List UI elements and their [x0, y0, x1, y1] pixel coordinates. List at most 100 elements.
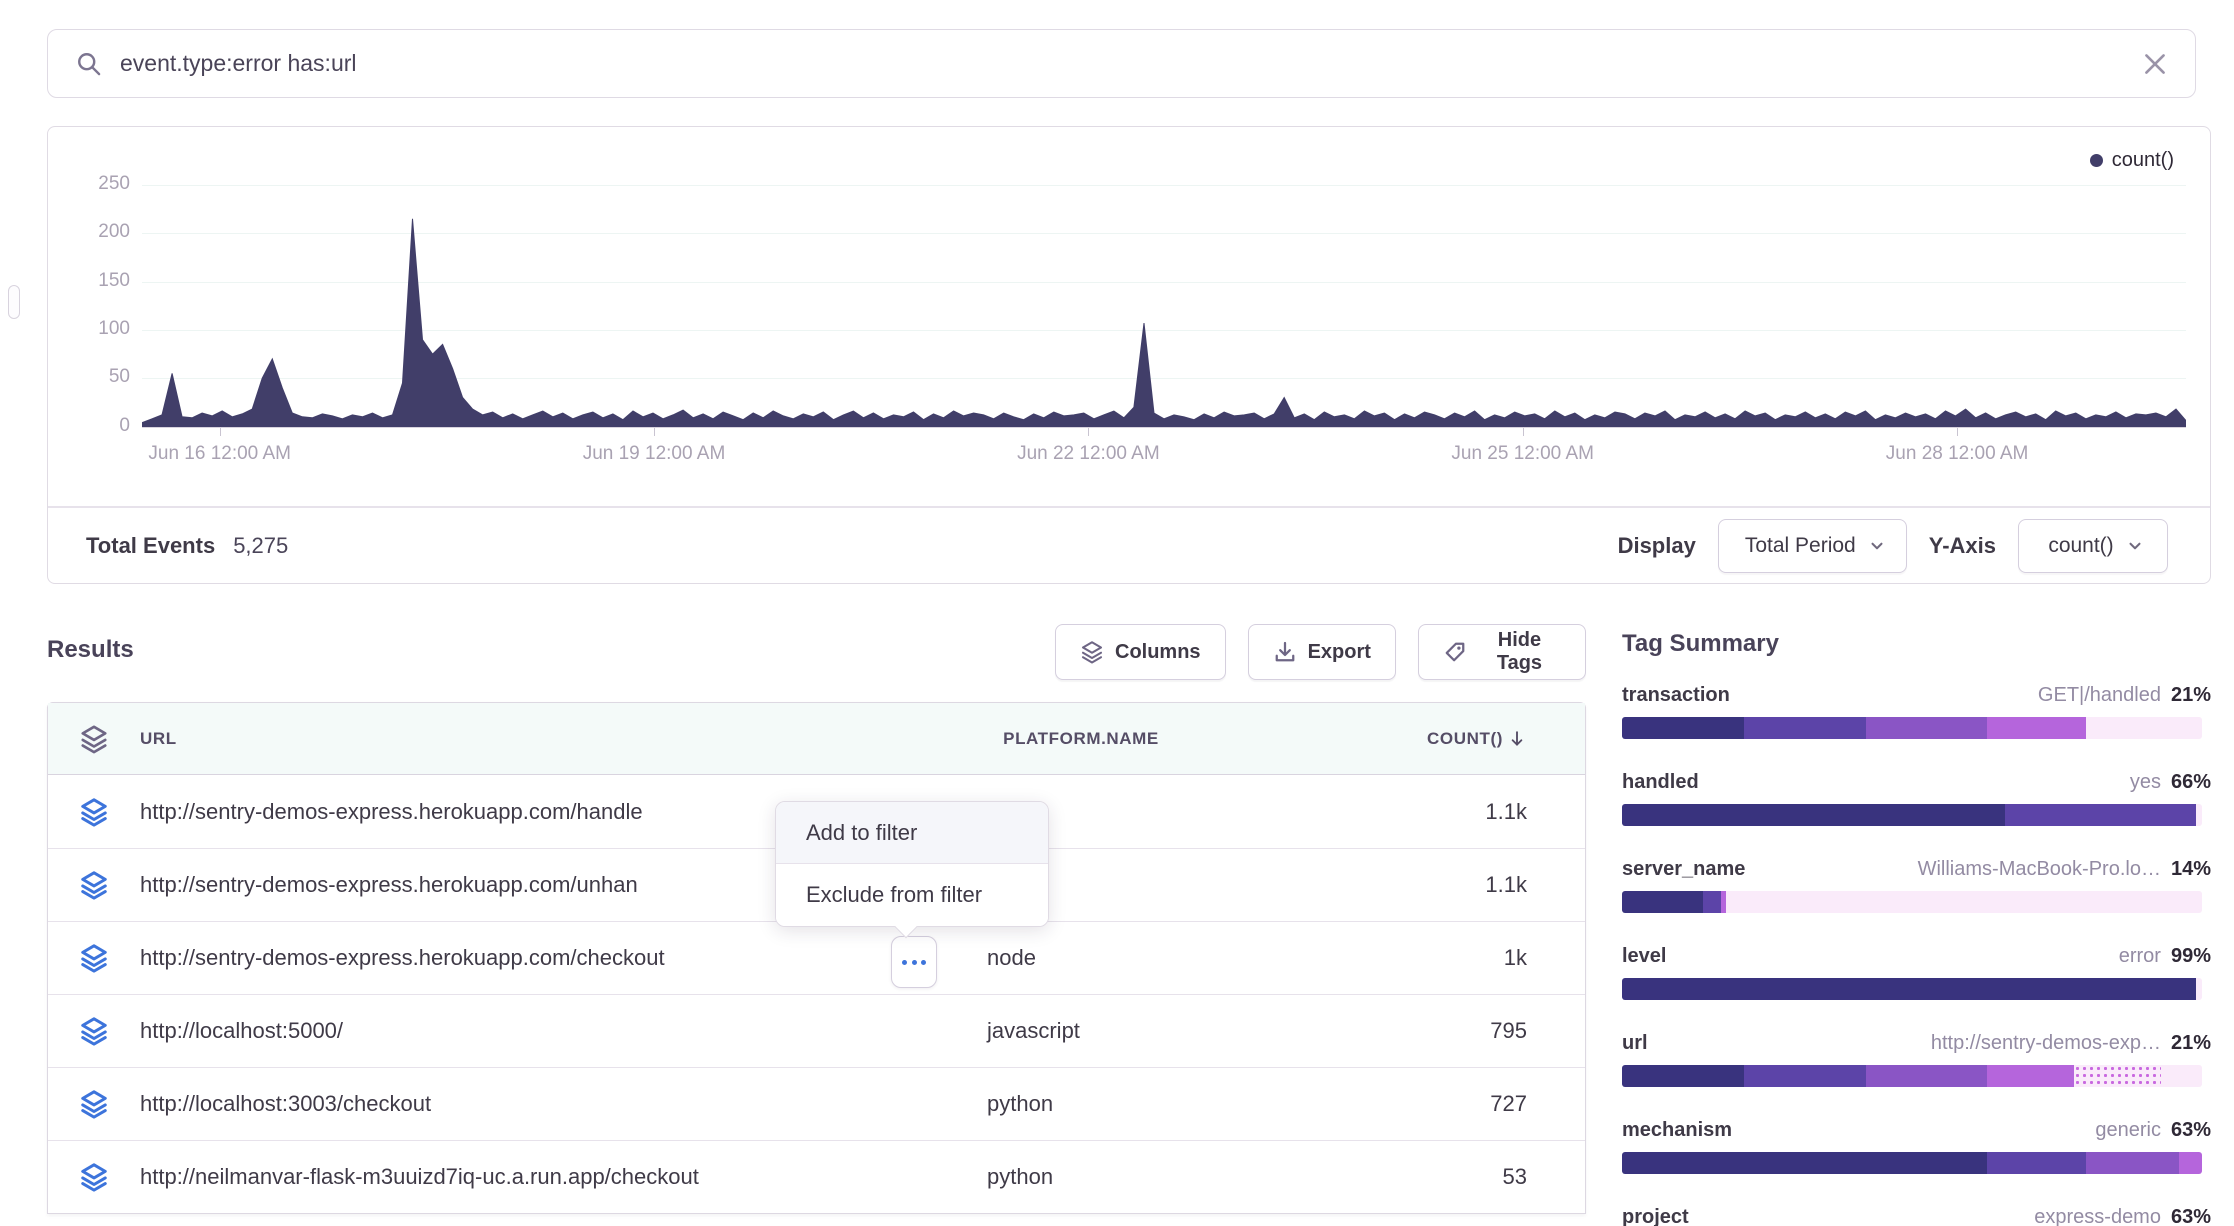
tag-top-value[interactable]: Williams-MacBook-Pro.lo…	[1918, 858, 2161, 881]
tag-bar-segment[interactable]	[1622, 717, 1744, 739]
tag-bar-segment[interactable]	[1622, 804, 2005, 826]
tag-top-value[interactable]: error	[2119, 945, 2161, 968]
tag-bar-segment[interactable]	[1987, 1065, 2074, 1087]
tag-name[interactable]: url	[1622, 1032, 1648, 1055]
count-cell[interactable]: 795	[1261, 1018, 1557, 1044]
count-series-area	[142, 185, 2186, 427]
table-row[interactable]: http://sentry-demos-express.herokuapp.co…	[48, 921, 1585, 994]
row-stack-icon[interactable]	[48, 797, 140, 827]
tag-name[interactable]: handled	[1622, 771, 1699, 794]
results-table: URL PLATFORM.NAME COUNT() http://sentry-…	[47, 702, 1586, 1214]
x-axis-tick-label: Jun 28 12:00 AM	[1847, 443, 2067, 465]
table-row[interactable]: http://localhost:5000/ javascript 795	[48, 994, 1585, 1067]
column-header-platform[interactable]: PLATFORM.NAME	[901, 729, 1261, 749]
count-cell[interactable]: 1.1k	[1261, 872, 1557, 898]
tag-row-transaction: transaction GET|/handled 21%	[1622, 684, 2211, 739]
tag-name[interactable]: level	[1622, 945, 1666, 968]
table-row[interactable]: http://neilmanvar-flask-m3uuizd7iq-uc.a.…	[48, 1140, 1585, 1213]
x-axis-tick	[220, 428, 221, 436]
tag-bar-segment[interactable]	[1987, 717, 2086, 739]
tag-top-value[interactable]: yes	[2130, 771, 2161, 794]
platform-cell[interactable]: python	[901, 1091, 1261, 1117]
tag-name[interactable]: mechanism	[1622, 1119, 1732, 1142]
tag-top-value[interactable]: express-demo	[2034, 1206, 2161, 1226]
tag-distribution-bar[interactable]	[1622, 1065, 2202, 1087]
tag-distribution-bar[interactable]	[1622, 804, 2202, 826]
tag-bar-segment[interactable]	[1622, 891, 1703, 913]
tag-top-value[interactable]: GET|/handled	[2038, 684, 2161, 707]
search-bar[interactable]: event.type:error has:url	[47, 29, 2196, 98]
tag-bar-segment[interactable]	[1622, 978, 2196, 1000]
tag-row-mechanism: mechanism generic 63%	[1622, 1119, 2211, 1174]
tag-distribution-bar[interactable]	[1622, 717, 2202, 739]
column-header-url[interactable]: URL	[140, 729, 901, 749]
url-cell[interactable]: http://neilmanvar-flask-m3uuizd7iq-uc.a.…	[140, 1164, 901, 1190]
tag-bar-segment[interactable]	[1866, 717, 1988, 739]
column-header-count[interactable]: COUNT()	[1261, 729, 1557, 749]
ellipsis-icon	[902, 960, 907, 965]
platform-cell[interactable]: node	[901, 945, 1261, 971]
url-cell[interactable]: http://localhost:5000/	[140, 1018, 901, 1044]
slideout-handle[interactable]	[8, 285, 20, 319]
platform-cell[interactable]: python	[901, 1164, 1261, 1190]
chevron-down-icon	[1868, 537, 1886, 555]
x-axis-tick-label: Jun 19 12:00 AM	[544, 443, 764, 465]
yaxis-select[interactable]: count()	[2018, 519, 2168, 573]
tag-row-server_name: server_name Williams-MacBook-Pro.lo… 14%	[1622, 858, 2211, 913]
platform-cell[interactable]: javascript	[901, 1018, 1261, 1044]
tag-distribution-bar[interactable]	[1622, 978, 2202, 1000]
row-stack-icon[interactable]	[48, 1162, 140, 1192]
tag-bar-segment-other[interactable]	[2074, 1065, 2161, 1087]
yaxis-label: Y-Axis	[1929, 533, 1996, 559]
tag-bar-segment[interactable]	[2196, 804, 2202, 826]
search-input[interactable]: event.type:error has:url	[120, 50, 2143, 77]
url-cell[interactable]: http://sentry-demos-express.herokuapp.co…	[140, 945, 901, 971]
tag-top-value[interactable]: http://sentry-demos-exp…	[1931, 1032, 2161, 1055]
count-cell[interactable]: 1k	[1261, 945, 1557, 971]
tag-bar-segment[interactable]	[2086, 717, 2202, 739]
tag-bar-segment[interactable]	[2005, 804, 2196, 826]
tag-name[interactable]: transaction	[1622, 684, 1730, 707]
row-stack-icon[interactable]	[48, 1016, 140, 1046]
tag-top-value[interactable]: generic	[2095, 1119, 2161, 1142]
close-icon	[2143, 52, 2167, 76]
count-cell[interactable]: 727	[1261, 1091, 1557, 1117]
tag-bar-segment[interactable]	[1744, 1065, 1866, 1087]
x-axis-tick	[1088, 428, 1089, 436]
chart-legend[interactable]: count()	[2090, 149, 2174, 172]
x-axis-tick-label: Jun 22 12:00 AM	[978, 443, 1198, 465]
tag-bar-segment[interactable]	[1866, 1065, 1988, 1087]
tag-bar-segment[interactable]	[1703, 891, 1720, 913]
stack-icon[interactable]	[48, 724, 140, 754]
tag-bar-segment[interactable]	[1987, 1152, 2086, 1174]
row-stack-icon[interactable]	[48, 1089, 140, 1119]
tag-bar-segment[interactable]	[1622, 1152, 1987, 1174]
menu-item-add-to-filter[interactable]: Add to filter	[776, 802, 1048, 864]
menu-item-exclude-from-filter[interactable]: Exclude from filter	[776, 864, 1048, 926]
tag-distribution-bar[interactable]	[1622, 1152, 2202, 1174]
tag-name[interactable]: project	[1622, 1206, 1689, 1226]
columns-button[interactable]: Columns	[1055, 624, 1226, 680]
stack-icon	[1080, 640, 1104, 664]
count-cell[interactable]: 53	[1261, 1164, 1557, 1190]
tag-bar-segment[interactable]	[1726, 891, 2202, 913]
tag-name[interactable]: server_name	[1622, 858, 1745, 881]
table-row[interactable]: http://localhost:3003/checkout python 72…	[48, 1067, 1585, 1140]
tag-bar-segment[interactable]	[1744, 717, 1866, 739]
row-stack-icon[interactable]	[48, 943, 140, 973]
tag-bar-segment[interactable]	[2196, 978, 2202, 1000]
hide-tags-button[interactable]: Hide Tags	[1418, 624, 1586, 680]
tag-distribution-bar[interactable]	[1622, 891, 2202, 913]
row-stack-icon[interactable]	[48, 870, 140, 900]
tag-bar-segment[interactable]	[2161, 1065, 2202, 1087]
count-cell[interactable]: 1.1k	[1261, 799, 1557, 825]
export-button[interactable]: Export	[1248, 624, 1396, 680]
cell-actions-button[interactable]	[891, 936, 937, 988]
tag-bar-segment[interactable]	[1622, 1065, 1744, 1087]
clear-search-button[interactable]	[2143, 52, 2167, 76]
tag-bar-segment[interactable]	[2086, 1152, 2179, 1174]
sort-arrow-down-icon	[1507, 729, 1527, 749]
url-cell[interactable]: http://localhost:3003/checkout	[140, 1091, 901, 1117]
display-select[interactable]: Total Period	[1718, 519, 1907, 573]
tag-bar-segment[interactable]	[2179, 1152, 2202, 1174]
